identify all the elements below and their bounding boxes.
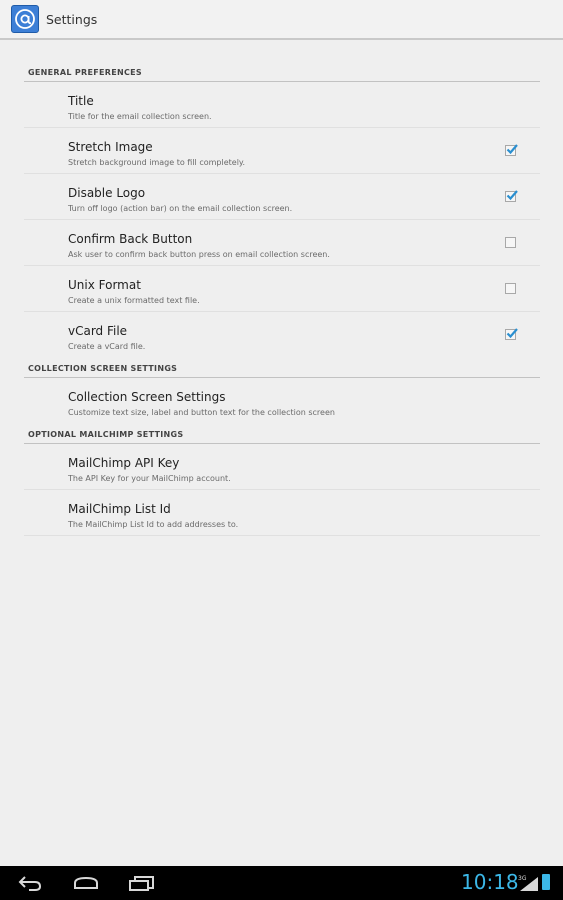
pref-collection-screen-settings-summary: Customize text size, label and button te… (68, 408, 335, 417)
settings-screen: Settings GENERAL PREFERENCES Title Title… (0, 0, 563, 900)
pref-title-label: Title (68, 94, 94, 108)
disable-logo-checkbox[interactable] (505, 190, 518, 202)
pref-title[interactable]: Title Title for the email collection scr… (24, 82, 540, 128)
pref-disable-logo[interactable]: Disable Logo Turn off logo (action bar) … (24, 174, 540, 220)
home-icon[interactable] (72, 874, 100, 892)
system-bar: 10:18 3G (0, 866, 563, 900)
pref-mailchimp-api-key-summary: The API Key for your MailChimp account. (68, 474, 231, 483)
pref-vcard-file[interactable]: vCard File Create a vCard file. (24, 312, 540, 358)
pref-collection-screen-settings[interactable]: Collection Screen Settings Customize tex… (24, 378, 540, 424)
section-header-mailchimp: OPTIONAL MAILCHIMP SETTINGS (24, 424, 540, 444)
signal-label: 3G (518, 875, 527, 882)
recents-icon[interactable] (128, 874, 156, 892)
unix-format-checkbox[interactable] (505, 283, 516, 294)
status-clock: 10:18 (461, 870, 519, 894)
at-sign-icon[interactable] (11, 5, 39, 33)
pref-mailchimp-api-key[interactable]: MailChimp API Key The API Key for your M… (24, 444, 540, 490)
check-icon (506, 144, 518, 155)
action-bar: Settings (0, 0, 563, 40)
confirm-back-button-checkbox[interactable] (505, 237, 516, 248)
pref-title-summary: Title for the email collection screen. (68, 112, 212, 121)
check-icon (506, 190, 518, 201)
back-icon[interactable] (17, 874, 43, 892)
pref-mailchimp-list-id[interactable]: MailChimp List Id The MailChimp List Id … (24, 490, 540, 536)
pref-stretch-image[interactable]: Stretch Image Stretch background image t… (24, 128, 540, 174)
pref-unix-format[interactable]: Unix Format Create a unix formatted text… (24, 266, 540, 312)
check-icon (506, 328, 518, 339)
pref-mailchimp-list-id-label: MailChimp List Id (68, 502, 171, 516)
pref-vcard-file-label: vCard File (68, 324, 128, 338)
preferences-list: GENERAL PREFERENCES Title Title for the … (24, 62, 540, 536)
pref-disable-logo-label: Disable Logo (68, 186, 146, 200)
pref-confirm-back-button-summary: Ask user to confirm back button press on… (68, 250, 330, 259)
pref-vcard-file-summary: Create a vCard file. (68, 342, 146, 351)
section-header-general: GENERAL PREFERENCES (24, 62, 540, 82)
pref-unix-format-label: Unix Format (68, 278, 141, 292)
pref-stretch-image-label: Stretch Image (68, 140, 153, 154)
vcard-file-checkbox[interactable] (505, 328, 518, 340)
pref-unix-format-summary: Create a unix formatted text file. (68, 296, 200, 305)
action-bar-title: Settings (46, 11, 98, 27)
pref-stretch-image-summary: Stretch background image to fill complet… (68, 158, 246, 167)
pref-confirm-back-button-label: Confirm Back Button (68, 232, 193, 246)
pref-collection-screen-settings-label: Collection Screen Settings (68, 390, 226, 404)
battery-icon (542, 874, 550, 890)
stretch-image-checkbox[interactable] (505, 144, 518, 156)
pref-mailchimp-list-id-summary: The MailChimp List Id to add addresses t… (68, 520, 239, 529)
section-header-collection: COLLECTION SCREEN SETTINGS (24, 358, 540, 378)
pref-mailchimp-api-key-label: MailChimp API Key (68, 456, 180, 470)
pref-disable-logo-summary: Turn off logo (action bar) on the email … (68, 204, 293, 213)
pref-confirm-back-button[interactable]: Confirm Back Button Ask user to confirm … (24, 220, 540, 266)
signal-icon: 3G (518, 874, 540, 896)
